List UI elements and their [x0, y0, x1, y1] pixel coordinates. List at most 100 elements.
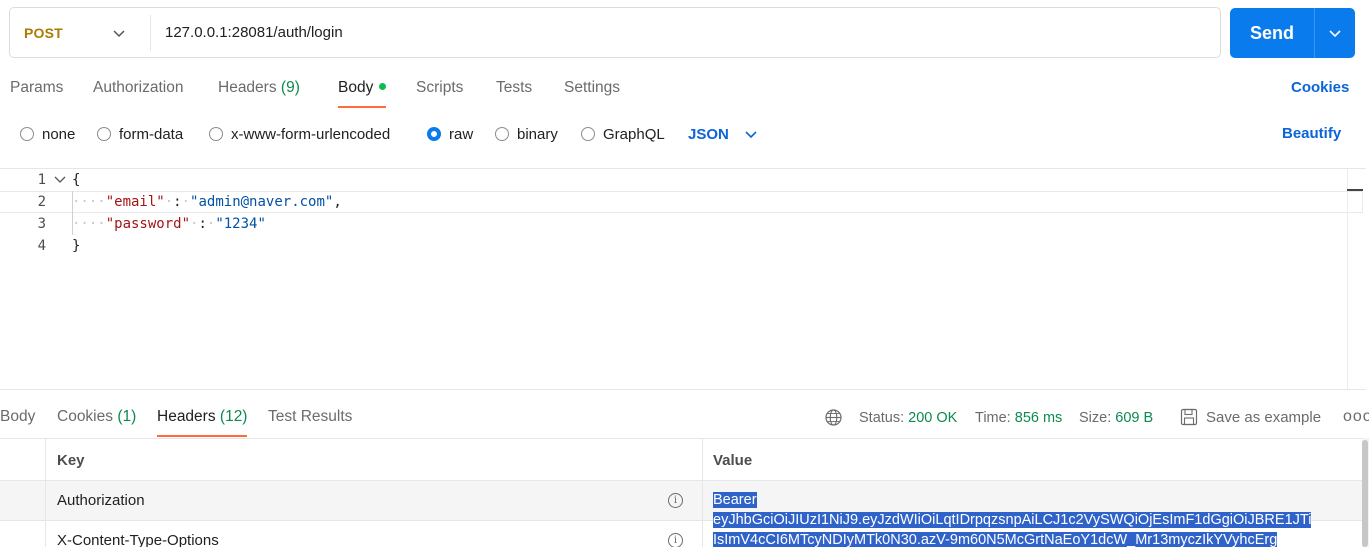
header-key: X-Content-Type-Options — [57, 532, 219, 547]
tab-label: Test Results — [268, 408, 353, 425]
radio-icon — [20, 127, 34, 141]
checkbox-column — [0, 521, 46, 547]
more-options-icon[interactable]: ooo — [1343, 408, 1369, 426]
line-number: 2 — [37, 194, 46, 210]
cookies-link[interactable]: Cookies — [1291, 79, 1349, 96]
send-button[interactable]: Send — [1230, 8, 1314, 58]
format-label: JSON — [688, 125, 729, 143]
tab-label: Settings — [564, 79, 621, 96]
size-label: Size: — [1079, 410, 1112, 426]
editor-scrollbar[interactable] — [1347, 169, 1364, 389]
radio-raw[interactable]: raw — [427, 122, 473, 146]
radio-icon — [97, 127, 111, 141]
tab-headers[interactable]: Headers (9) — [218, 78, 300, 108]
time-readout: Time: 856 ms — [975, 410, 1062, 426]
size-value[interactable]: 609 B — [1115, 410, 1153, 426]
tab-scripts[interactable]: Scripts — [416, 78, 463, 108]
json-string: "admin@naver.com" — [190, 194, 334, 210]
response-tab-test-results[interactable]: Test Results — [268, 408, 352, 438]
radio-x-www-form-urlencoded[interactable]: x-www-form-urlencoded — [209, 122, 390, 146]
tab-label: Cookies — [57, 408, 113, 425]
tab-label: Body — [338, 79, 374, 96]
line-number: 1 — [37, 172, 46, 188]
response-tab-body[interactable]: Body — [0, 408, 35, 438]
response-tab-headers[interactable]: Headers (12) — [157, 408, 248, 438]
code-text: { — [72, 172, 81, 188]
save-label: Save as example — [1206, 408, 1322, 426]
radio-icon — [209, 127, 223, 141]
response-headers-table: Key Value Authorization i X-Content-Type… — [0, 438, 1369, 547]
send-options-button[interactable] — [1315, 8, 1355, 58]
line-number: 3 — [37, 216, 46, 232]
save-icon — [1180, 408, 1198, 426]
tab-settings[interactable]: Settings — [564, 78, 620, 108]
beautify-button[interactable]: Beautify — [1282, 125, 1341, 142]
request-tabs: Params Authorization Headers (9) Body Sc… — [0, 78, 1369, 110]
size-readout: Size: 609 B — [1079, 410, 1153, 426]
tab-label: Headers — [218, 79, 277, 96]
method-select[interactable]: POST — [10, 8, 150, 57]
url-input[interactable]: 127.0.0.1:28081/auth/login — [151, 24, 343, 41]
radio-label: GraphQL — [603, 125, 665, 143]
scrollbar-cursor-marker — [1347, 189, 1363, 191]
code-text: } — [72, 238, 81, 254]
method-label: POST — [24, 24, 63, 41]
globe-icon[interactable] — [825, 409, 842, 426]
editor-line: 2 ····"email"·:·"admin@naver.com", — [0, 191, 1347, 213]
code-text: ····"password"·:·"1234" — [72, 216, 266, 232]
time-label: Time: — [975, 410, 1011, 426]
response-tabs: Body Cookies (1) Headers (12) Test Resul… — [0, 408, 1369, 438]
info-icon[interactable]: i — [668, 533, 683, 547]
code-text: ····"email"·:·"admin@naver.com", — [72, 194, 342, 210]
tab-label: Scripts — [416, 79, 464, 96]
status-value[interactable]: 200 OK — [908, 410, 957, 426]
radio-label: x-www-form-urlencoded — [231, 125, 391, 143]
editor-line: 4 } — [0, 235, 1347, 257]
tab-label: Authorization — [93, 79, 184, 96]
editor-line: 1 { — [0, 169, 1347, 191]
radio-label: none — [42, 125, 76, 143]
key-column-header: Key — [57, 452, 85, 469]
status-readout: Status: 200 OK — [859, 410, 957, 426]
time-value[interactable]: 856 ms — [1015, 410, 1063, 426]
tab-label: Tests — [496, 79, 533, 96]
editor-line: 3 ····"password"·:·"1234" — [0, 213, 1347, 235]
radio-form-data[interactable]: form-data — [97, 122, 183, 146]
tab-params[interactable]: Params — [10, 78, 63, 108]
tab-authorization[interactable]: Authorization — [93, 78, 183, 108]
chevron-down-icon — [745, 126, 757, 143]
tab-count: (1) — [117, 408, 137, 425]
tab-body[interactable]: Body — [338, 78, 387, 108]
status-label: Status: — [859, 410, 905, 426]
value-line: eyJhbGciOiJIUzI1NiJ9.eyJzdWIiOiLqtIDrpqz… — [713, 512, 1312, 528]
authorization-value-selected[interactable]: Bearer eyJhbGciOiJIUzI1NiJ9.eyJzdWIiOiLq… — [713, 490, 1349, 547]
json-key: "email" — [105, 194, 165, 210]
response-tab-cookies[interactable]: Cookies (1) — [57, 408, 136, 438]
radio-graphql[interactable]: GraphQL — [581, 122, 665, 146]
tab-count: (9) — [280, 79, 300, 96]
radio-binary[interactable]: binary — [495, 122, 558, 146]
checkbox-column — [0, 439, 46, 480]
send-button-group: Send — [1230, 8, 1355, 58]
tab-count: (12) — [219, 408, 248, 425]
radio-label: binary — [517, 125, 558, 143]
radio-selected-icon — [427, 127, 441, 141]
url-bar: POST 127.0.0.1:28081/auth/login — [9, 7, 1221, 58]
table-header-row: Key Value — [0, 438, 1362, 480]
tab-label: Headers — [157, 408, 216, 425]
table-scrollbar-thumb[interactable] — [1362, 440, 1368, 547]
chevron-down-icon — [1329, 25, 1341, 42]
save-as-example-button[interactable]: Save as example — [1180, 408, 1321, 426]
info-icon[interactable]: i — [668, 493, 683, 508]
modified-dot-icon — [379, 83, 387, 91]
checkbox-column — [0, 481, 46, 520]
chevron-down-icon — [113, 25, 125, 41]
line-number: 4 — [37, 238, 46, 254]
code-editor[interactable]: 1 { 2 ····"email"·:·"admin@naver.com", 3… — [0, 168, 1366, 390]
format-select[interactable]: JSON — [688, 122, 757, 146]
tab-tests[interactable]: Tests — [496, 78, 532, 108]
tab-label: Params — [10, 79, 64, 96]
radio-none[interactable]: none — [20, 122, 75, 146]
header-key: Authorization — [57, 492, 145, 509]
json-string: "1234" — [215, 216, 266, 232]
